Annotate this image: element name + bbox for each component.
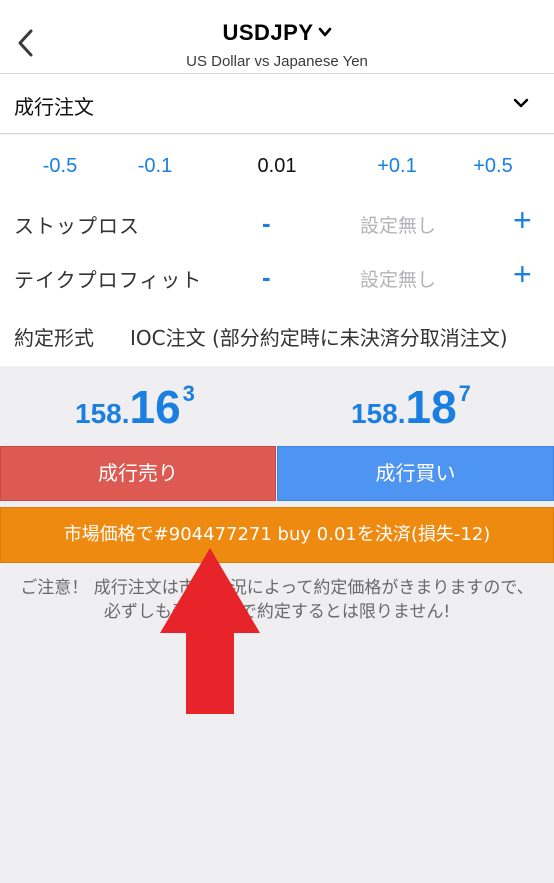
fill-policy-label: 約定形式 xyxy=(14,326,94,350)
bid-price: 158.163 xyxy=(75,380,195,434)
volume-minus-0.5-button[interactable]: -0.5 xyxy=(25,155,95,178)
take-profit-row: テイクプロフィット - 設定無し + xyxy=(0,251,554,305)
ask-price-pips: 18 xyxy=(405,381,457,433)
chevron-down-icon xyxy=(318,27,331,37)
chevron-down-icon xyxy=(513,98,529,108)
order-form: -0.5 -0.1 0.01 +0.1 +0.5 ストップロス - 設定無し +… xyxy=(0,135,554,366)
market-buy-button[interactable]: 成行買い xyxy=(277,446,554,501)
price-panel: 158.163 158.187 xyxy=(0,366,554,446)
symbol-title: USDJPY xyxy=(222,20,314,45)
fill-policy-value: IOC注文 (部分約定時に未決済分取消注文) xyxy=(130,326,508,350)
symbol-description: US Dollar vs Japanese Yen xyxy=(186,53,368,70)
order-type-label: 成行注文 xyxy=(14,95,94,119)
bid-price-pips: 16 xyxy=(129,381,181,433)
order-type-dropdown[interactable]: 成行注文 xyxy=(0,74,554,134)
ask-price: 158.187 xyxy=(351,380,471,434)
stop-loss-minus-button[interactable]: - xyxy=(262,208,271,239)
stop-loss-row: ストップロス - 設定無し + xyxy=(0,197,554,251)
ask-price-fraction: 7 xyxy=(458,381,471,406)
take-profit-input[interactable]: 設定無し xyxy=(336,265,460,292)
volume-minus-0.1-button[interactable]: -0.1 xyxy=(120,155,190,178)
header: USDJPY US Dollar vs Japanese Yen xyxy=(0,0,554,74)
take-profit-plus-button[interactable]: + xyxy=(513,256,532,293)
red-arrow-icon xyxy=(160,548,260,714)
market-sell-button[interactable]: 成行売り xyxy=(0,446,276,501)
close-position-button[interactable]: 市場価格で#904477271 buy 0.01を決済(損失-12) xyxy=(0,507,554,563)
notice-text: ご注意！ 成行注文は市場状況によって約定価格がきまりますので、必ずしも表示価格で… xyxy=(20,578,534,622)
bid-price-prefix: 158. xyxy=(75,398,130,429)
ask-price-prefix: 158. xyxy=(351,398,406,429)
stop-loss-plus-button[interactable]: + xyxy=(513,202,532,239)
fill-policy-row[interactable]: 約定形式 IOC注文 (部分約定時に未決済分取消注文) xyxy=(0,305,554,365)
volume-input[interactable]: 0.01 xyxy=(240,155,314,178)
bid-price-fraction: 3 xyxy=(182,381,195,406)
volume-plus-0.5-button[interactable]: +0.5 xyxy=(458,155,528,178)
symbol-selector[interactable]: USDJPY xyxy=(0,20,554,46)
take-profit-minus-button[interactable]: - xyxy=(262,262,271,293)
stop-loss-input[interactable]: 設定無し xyxy=(336,211,460,238)
stop-loss-label: ストップロス xyxy=(14,214,140,238)
take-profit-label: テイクプロフィット xyxy=(14,268,203,292)
volume-plus-0.1-button[interactable]: +0.1 xyxy=(362,155,432,178)
volume-stepper: -0.5 -0.1 0.01 +0.1 +0.5 xyxy=(0,135,554,197)
